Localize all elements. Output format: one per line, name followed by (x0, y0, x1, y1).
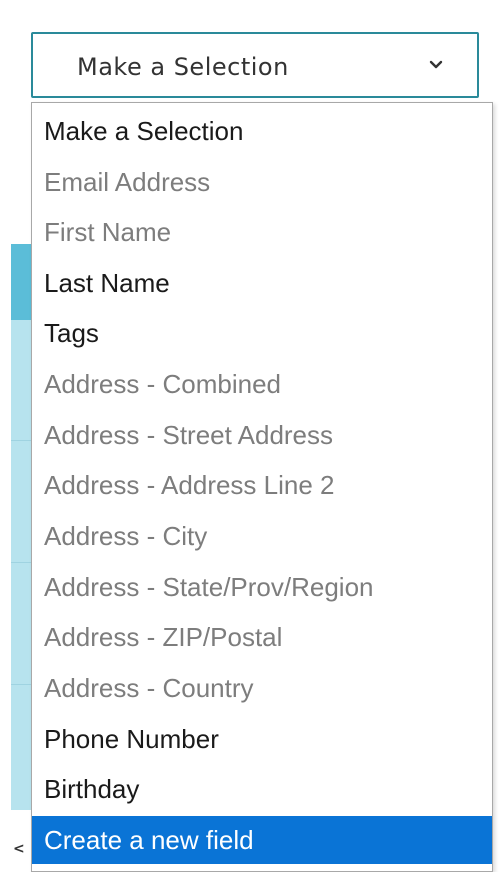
background-panel-header (11, 244, 33, 320)
background-panel-strip (11, 244, 33, 810)
option-address-country: Address - Country (44, 673, 254, 703)
option-address-line-2: Address - Address Line 2 (44, 470, 335, 500)
option-address-city: Address - City (44, 521, 208, 551)
option-tags[interactable]: Tags (32, 309, 492, 357)
option-birthday[interactable]: Birthday (32, 765, 492, 813)
option-make-a-selection[interactable]: Make a Selection (32, 107, 492, 155)
background-divider (11, 562, 33, 563)
option-address-street: Address - Street Address (44, 420, 334, 450)
option-address-combined: Address - Combined (44, 369, 281, 399)
scroll-left-icon[interactable]: < (13, 838, 31, 860)
select-value: Make a Selection (77, 53, 289, 81)
option-last-name[interactable]: Last Name (32, 259, 492, 307)
option-address-zip: Address - ZIP/Postal (44, 622, 283, 652)
field-select[interactable]: Make a Selection (31, 32, 479, 98)
select-dropdown-list: Make a Selection Email Address First Nam… (31, 102, 493, 872)
option-first-name: First Name (44, 217, 172, 247)
chevron-down-icon (429, 60, 443, 69)
background-divider (11, 684, 33, 685)
option-address-state: Address - State/Prov/Region (44, 572, 374, 602)
option-phone-number[interactable]: Phone Number (32, 715, 492, 763)
option-email-address: Email Address (44, 167, 211, 197)
option-create-new-field[interactable]: Create a new field (32, 816, 492, 864)
page: < Make a Selection Make a Selection Emai… (0, 0, 501, 872)
background-divider (11, 440, 33, 441)
